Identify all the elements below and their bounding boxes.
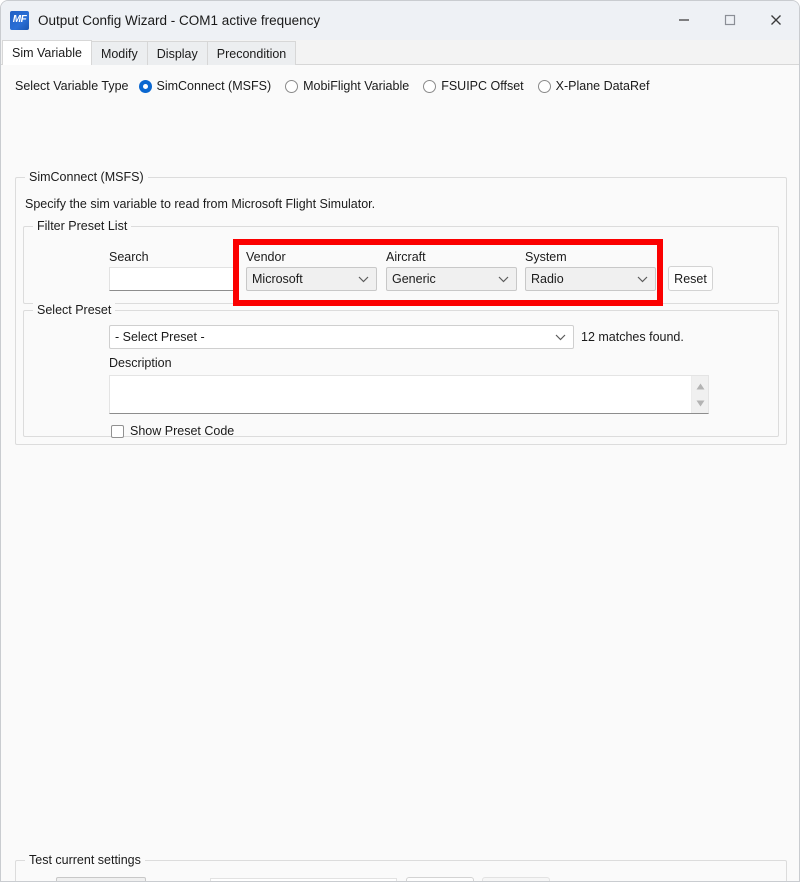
- scroll-down-arrow-icon[interactable]: [696, 396, 705, 410]
- description-textarea[interactable]: [109, 375, 709, 414]
- simconnect-description: Specify the sim variable to read from Mi…: [25, 197, 375, 211]
- minimize-button[interactable]: [661, 1, 707, 39]
- show-preset-code-checkbox[interactable]: Show Preset Code: [111, 424, 234, 438]
- radio-simconnect-msfs[interactable]: SimConnect (MSFS): [139, 79, 272, 93]
- window-controls: [661, 1, 799, 39]
- aircraft-dropdown[interactable]: Generic: [386, 267, 517, 291]
- close-button[interactable]: [753, 1, 799, 39]
- tab-display[interactable]: Display: [147, 41, 208, 65]
- tab-modify[interactable]: Modify: [91, 41, 148, 65]
- system-value: Radio: [531, 272, 564, 286]
- scroll-up-arrow-icon[interactable]: [696, 379, 705, 393]
- radio-indicator: [139, 80, 152, 93]
- vendor-value: Microsoft: [252, 272, 303, 286]
- title-bar: MF Output Config Wizard - COM1 active fr…: [1, 1, 799, 40]
- radio-indicator: [538, 80, 551, 93]
- radio-xplane-dataref[interactable]: X-Plane DataRef: [538, 79, 650, 93]
- tab-strip: Sim Variable Modify Display Precondition: [1, 40, 799, 65]
- select-preset-title: Select Preset: [33, 303, 115, 317]
- aircraft-value: Generic: [392, 272, 436, 286]
- mobiflight-mf-icon: MF: [10, 11, 29, 30]
- system-dropdown[interactable]: Radio: [525, 267, 656, 291]
- chevron-down-icon: [637, 272, 648, 286]
- simconnect-group-title: SimConnect (MSFS): [25, 170, 148, 184]
- preset-value: - Select Preset -: [115, 330, 205, 344]
- stop-button[interactable]: Stop: [482, 877, 550, 882]
- vendor-dropdown[interactable]: Microsoft: [246, 267, 377, 291]
- tab-label: Precondition: [217, 47, 287, 61]
- matches-found-text: 12 matches found.: [581, 330, 684, 344]
- search-label: Search: [109, 250, 149, 264]
- chevron-down-icon: [498, 272, 509, 286]
- vendor-label: Vendor: [246, 250, 286, 264]
- test-current-settings-title: Test current settings: [25, 853, 145, 867]
- filter-preset-list-title: Filter Preset List: [33, 219, 131, 233]
- window-title: Output Config Wizard - COM1 active frequ…: [38, 13, 320, 28]
- radio-label: X-Plane DataRef: [556, 79, 650, 93]
- value-input[interactable]: 1: [210, 878, 397, 882]
- chevron-down-icon: [555, 330, 566, 344]
- radio-label: SimConnect (MSFS): [157, 79, 272, 93]
- radio-mobiflight-variable[interactable]: MobiFlight Variable: [285, 79, 409, 93]
- radio-indicator: [285, 80, 298, 93]
- tab-label: Modify: [101, 47, 138, 61]
- tab-sim-variable[interactable]: Sim Variable: [2, 40, 92, 65]
- type-dropdown[interactable]: Number: [56, 877, 146, 882]
- tab-label: Sim Variable: [12, 46, 82, 60]
- select-variable-type-label: Select Variable Type: [15, 79, 129, 93]
- description-scrollbar[interactable]: [691, 376, 708, 413]
- system-label: System: [525, 250, 567, 264]
- description-text: [110, 376, 691, 413]
- radio-label: MobiFlight Variable: [303, 79, 409, 93]
- search-input[interactable]: [109, 267, 235, 291]
- reset-label: Reset: [674, 272, 707, 286]
- checkbox-indicator: [111, 425, 124, 438]
- output-config-wizard-window: MF Output Config Wizard - COM1 active fr…: [0, 0, 800, 882]
- radio-fsuipc-offset[interactable]: FSUIPC Offset: [423, 79, 523, 93]
- tab-precondition[interactable]: Precondition: [207, 41, 297, 65]
- maximize-button[interactable]: [707, 1, 753, 39]
- variable-type-row: Select Variable Type SimConnect (MSFS) M…: [1, 65, 799, 93]
- filter-preset-list-group: Filter Preset List: [23, 226, 779, 304]
- tab-label: Display: [157, 47, 198, 61]
- radio-label: FSUIPC Offset: [441, 79, 523, 93]
- reset-button[interactable]: Reset: [668, 266, 713, 291]
- description-label: Description: [109, 356, 172, 370]
- chevron-down-icon: [358, 272, 369, 286]
- preset-dropdown[interactable]: - Select Preset -: [109, 325, 574, 349]
- test-button[interactable]: Test: [406, 877, 474, 882]
- aircraft-label: Aircraft: [386, 250, 426, 264]
- sim-variable-tab-page: Select Variable Type SimConnect (MSFS) M…: [1, 65, 799, 882]
- show-preset-code-label: Show Preset Code: [130, 424, 234, 438]
- radio-indicator: [423, 80, 436, 93]
